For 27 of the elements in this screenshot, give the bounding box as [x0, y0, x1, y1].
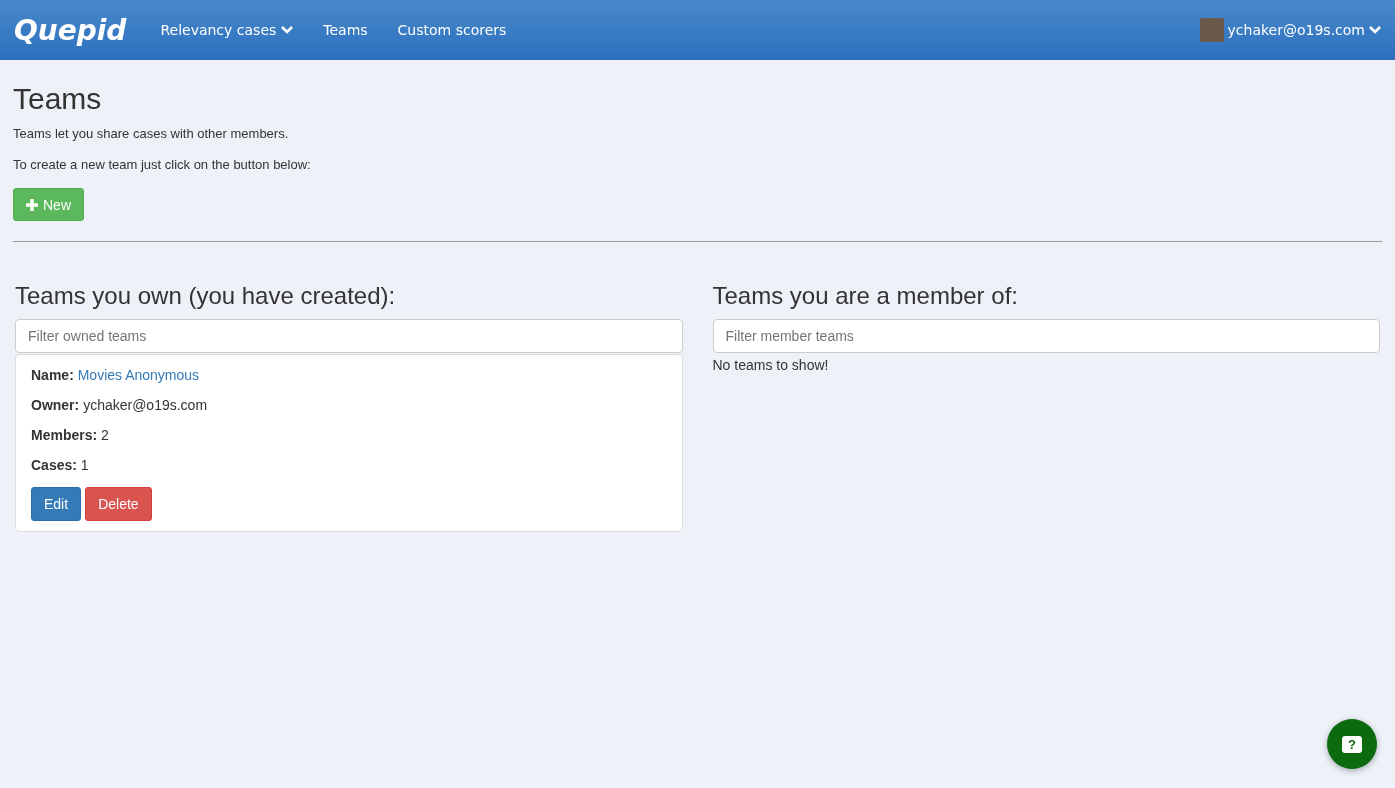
- section-heading: Teams you are a member of:: [712, 282, 1019, 310]
- chevron-down-icon: [1369, 26, 1381, 34]
- nav-link[interactable]: Custom scorers: [397, 22, 507, 38]
- edit-button[interactable]: Edit: [31, 487, 82, 521]
- filter-field[interactable]: Filter member teams: [712, 319, 1380, 353]
- section-heading: Teams you own (you have created):: [15, 282, 397, 310]
- page-title: Teams: [13, 82, 103, 116]
- filter-field[interactable]: Filter owned teams: [15, 319, 683, 353]
- new-team-button[interactable]: New: [13, 188, 84, 221]
- instruction-text: To create a new team just click on the button below:: [13, 157, 312, 172]
- team-detail: Owner: ychaker@o19s.com: [31, 397, 209, 413]
- team-detail: Cases: 1: [31, 457, 90, 473]
- delete-button[interactable]: Delete: [85, 487, 152, 521]
- help-button[interactable]: ?: [1327, 719, 1377, 769]
- chevron-down-icon: [281, 26, 294, 34]
- help-bubble-icon: ?: [1342, 735, 1362, 753]
- plus-icon: [26, 198, 38, 211]
- team-link[interactable]: Movies Anonymous: [77, 367, 200, 383]
- nav-link[interactable]: Teams: [323, 22, 368, 38]
- field-label: Name:: [31, 367, 74, 383]
- user-menu[interactable]: ychaker@o19s.com: [1199, 18, 1381, 42]
- nav-link[interactable]: Relevancy cases: [160, 22, 294, 38]
- empty-message: No teams to show!: [712, 357, 830, 373]
- avatar-placeholder: [1199, 18, 1224, 42]
- brand-logo[interactable]: Quepid: [14, 13, 127, 47]
- team-detail: Members: 2: [31, 427, 110, 443]
- intro-text: Teams let you share cases with other members.: [13, 126, 290, 141]
